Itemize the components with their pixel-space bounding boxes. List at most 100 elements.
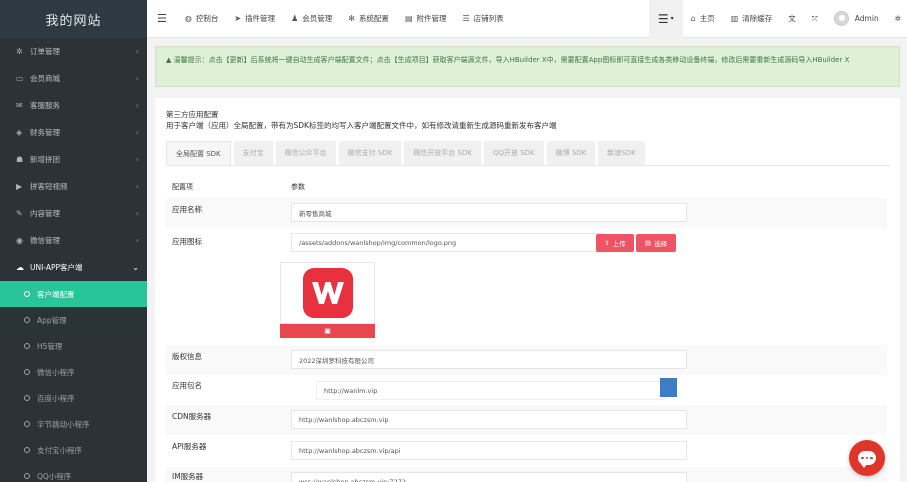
- sidebar-item-video[interactable]: ▶ 拼客短视频 ‹: [0, 173, 147, 200]
- choose-button[interactable]: ▤ 选择: [636, 234, 676, 252]
- table-row: CDN服务器 http://wanlshop.abczsm.vip: [166, 405, 887, 435]
- api-server-input[interactable]: http://wanlshop.abczsm.vip/api: [291, 441, 687, 460]
- wechat-icon: ◉: [16, 236, 23, 245]
- user-menu[interactable]: Admin: [826, 0, 887, 38]
- w-logo-icon: [311, 282, 344, 304]
- nav-plugins[interactable]: ➤ 插件管理: [226, 0, 283, 38]
- tab-wechat-pay-sdk[interactable]: 微信支付 SDK: [338, 141, 402, 165]
- chevron-left-icon: ‹: [135, 155, 139, 164]
- users-icon: ☗: [16, 155, 24, 164]
- sidebar-subitem-wechat-mini[interactable]: 微信小程序: [0, 359, 147, 385]
- subitem-label: 支付宝小程序: [37, 445, 82, 455]
- nav-dashboard[interactable]: ◍ 控制台: [177, 0, 226, 38]
- user-icon: ♟: [291, 14, 299, 23]
- upload-icon: ⇪: [604, 239, 610, 247]
- home-icon: ⌂: [690, 14, 696, 23]
- sidebar-item-orders[interactable]: ✲ 订单管理 ‹: [0, 38, 147, 65]
- main-content: ▲ 温馨提示：点击【更新】后系统将一键自动生成客户端配置文件；点击【生成项目】获…: [147, 38, 907, 482]
- row-label: API服务器: [172, 442, 207, 451]
- app-name-input[interactable]: 新零售商城: [291, 203, 687, 222]
- upload-button[interactable]: ⇪ 上传: [596, 234, 634, 252]
- site-brand: 我的网站: [0, 0, 147, 38]
- row-label: 应用图标: [172, 237, 202, 246]
- config-panel: 第三方应用配置 用于客户端（应用）全局配置，带有为SDK标签的均写入客户端配置文…: [155, 98, 900, 482]
- chevron-left-icon: ‹: [135, 47, 139, 56]
- sidebar-item-wechat[interactable]: ◉ 微信管理 ‹: [0, 227, 147, 254]
- nav-label: 会员管理: [302, 14, 333, 23]
- nav-members[interactable]: ♟ 会员管理: [283, 0, 340, 38]
- nav-label: 系统配置: [358, 14, 389, 23]
- subitem-label: H5管理: [37, 341, 63, 351]
- translate-icon[interactable]: 文: [780, 0, 804, 38]
- chevron-left-icon: ‹: [135, 236, 139, 245]
- apps-menu-icon[interactable]: ☰ ▾: [648, 0, 683, 38]
- sidebar-item-label: 客服服务: [30, 101, 60, 110]
- sidebar-subitem-bytedance-mini[interactable]: 字节跳动小程序: [0, 411, 147, 437]
- avatar: [833, 11, 849, 26]
- menu-toggle-icon[interactable]: ☰: [147, 0, 177, 38]
- fullscreen-icon[interactable]: ⤧: [804, 0, 826, 38]
- nav-label: 清除缓存: [742, 14, 773, 23]
- package-name-input[interactable]: http://wanlm.vip: [316, 381, 666, 400]
- tab-wechat-open-sdk[interactable]: 微信开放平台 SDK: [404, 141, 481, 165]
- nav-clear-cache[interactable]: ▥ 清除缓存: [723, 0, 781, 38]
- nav-shop-list[interactable]: ☰ 店铺列表: [455, 0, 512, 38]
- row-label: CDN服务器: [172, 412, 212, 421]
- tab-global-sdk[interactable]: 全局配置 SDK: [166, 141, 231, 165]
- circle-icon: [24, 421, 30, 427]
- app-logo-image: [302, 268, 353, 318]
- sidebar-item-label: UNI-APP客户端: [30, 263, 83, 272]
- trash-icon: ▣: [324, 327, 331, 335]
- sidebar-item-content[interactable]: ✎ 内容管理 ‹: [0, 200, 147, 227]
- cdn-server-input[interactable]: http://wanlshop.abczsm.vip: [291, 410, 687, 429]
- settings-gear-icon[interactable]: ✲: [887, 0, 907, 38]
- config-tabs: 全局配置 SDK 支付宝 微信公众平台 微信支付 SDK 微信开放平台 SDK …: [166, 141, 648, 165]
- cog-icon: ✻: [348, 14, 355, 23]
- tab-weibo-sdk[interactable]: 微博 SDK: [546, 141, 596, 165]
- list-icon: ▤: [644, 239, 652, 247]
- edit-icon: ✎: [16, 209, 23, 218]
- sidebar-item-label: 会员商城: [30, 74, 60, 83]
- row-label: 应用包名: [172, 381, 202, 390]
- sidebar-subitem-qq-mini[interactable]: QQ小程序: [0, 463, 147, 482]
- video-icon: ▶: [16, 182, 23, 191]
- delete-icon-button[interactable]: ▣: [280, 324, 375, 338]
- sidebar-item-finance[interactable]: ◈ 财务管理 ‹: [0, 119, 147, 146]
- sidebar-subitem-client-config[interactable]: 客户端配置: [0, 281, 147, 307]
- nav-home[interactable]: ⌂ 主页: [683, 0, 723, 38]
- sidebar-item-service[interactable]: ✉ 客服服务 ‹: [0, 92, 147, 119]
- row-label: IM服务器: [172, 472, 204, 481]
- nav-attachments[interactable]: ▤ 附件管理: [397, 0, 455, 38]
- subitem-label: 字节跳动小程序: [37, 419, 90, 429]
- circle-icon: [24, 291, 30, 297]
- tab-wechat-mp[interactable]: 微信公众平台: [275, 141, 336, 165]
- tab-sina-sdk[interactable]: 新浪SDK: [598, 141, 645, 165]
- table-row: 版权信息 2022深圳罗科技有限公司: [166, 345, 887, 375]
- sidebar-item-uniapp[interactable]: ☁ UNI-APP客户端 ⌄: [0, 254, 147, 281]
- sidebar-subitem-h5[interactable]: H5管理: [0, 333, 147, 359]
- sidebar-item-group-buy[interactable]: ☗ 新增拼团 ‹: [0, 146, 147, 173]
- sidebar-item-label: 微信管理: [30, 236, 60, 245]
- subitem-label: QQ小程序: [37, 471, 72, 481]
- choose-button-label: 选择: [654, 240, 668, 248]
- im-server-input[interactable]: wss://wanlshop.abczsm.vip:7272: [291, 472, 687, 482]
- app-icon-path-input[interactable]: /assets/addons/wanlshop/img/common/logo.…: [291, 233, 604, 252]
- tab-qq-sdk[interactable]: QQ开放 SDK: [483, 141, 544, 165]
- sidebar-subitem-app[interactable]: App管理: [0, 307, 147, 333]
- sidebar-item-members[interactable]: ▭ 会员商城 ‹: [0, 65, 147, 92]
- file-icon: ▤: [404, 14, 413, 23]
- nav-label: 附件管理: [416, 14, 447, 23]
- sidebar-item-label: 内容管理: [30, 209, 60, 218]
- wallet-icon: ◈: [16, 128, 23, 137]
- sidebar-subitem-baidu-mini[interactable]: 百度小程序: [0, 385, 147, 411]
- copyright-input[interactable]: 2022深圳罗科技有限公司: [291, 350, 687, 369]
- nav-label: 插件管理: [245, 14, 276, 23]
- tab-alipay[interactable]: 支付宝: [233, 141, 273, 165]
- nav-label: 主页: [699, 14, 715, 23]
- table-row: API服务器 http://wanlshop.abczsm.vip/api: [166, 437, 887, 467]
- nav-system-config[interactable]: ✻ 系统配置: [340, 0, 397, 38]
- circle-icon: [24, 447, 30, 453]
- sidebar-subitem-alipay-mini[interactable]: 支付宝小程序: [0, 437, 147, 463]
- chat-button[interactable]: [849, 440, 885, 476]
- row-label: 应用名称: [172, 205, 202, 214]
